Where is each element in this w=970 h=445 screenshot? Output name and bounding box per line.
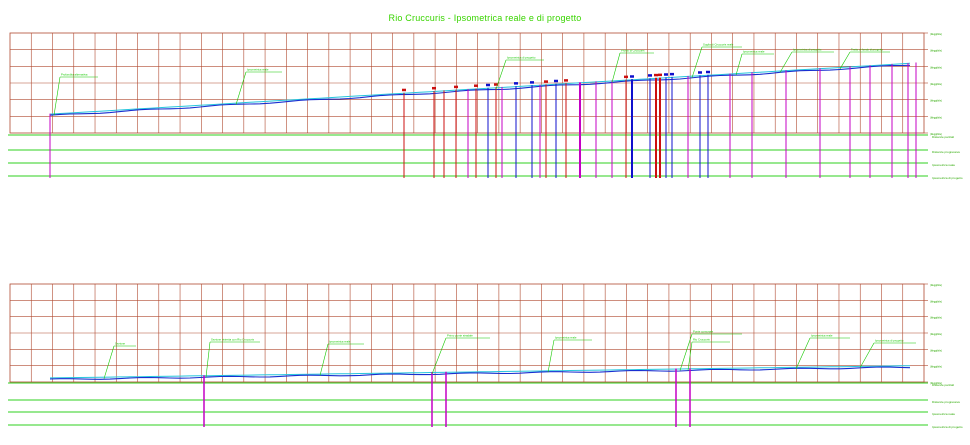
annotation-label: Profondita alternativa (61, 73, 88, 77)
terrain-profile-line (49, 64, 911, 116)
station-marker (654, 73, 658, 77)
axis-tick-label: (illeggibile) (930, 317, 942, 320)
annotation-leader (611, 52, 621, 83)
station-marker (564, 79, 568, 82)
annotation-label: Ipsometrica reale (247, 68, 269, 72)
stations (203, 368, 691, 427)
row-label: Distanze progressive (932, 400, 960, 404)
grid: (illeggibile) (illeggibile) (illeggibile) (… (9, 283, 942, 385)
station-marker (432, 86, 436, 90)
annotation-label: Ipsometrica di progetto (875, 339, 904, 343)
station-marker (554, 79, 558, 83)
annotation-label: Rio Cruccuris (693, 338, 710, 342)
annotation-leader (495, 59, 507, 90)
station-marker (486, 83, 490, 87)
annotation-label: Sezione ristretta con Rio Cruccuris (211, 338, 255, 342)
station-marker (544, 80, 548, 83)
station-marker (648, 74, 652, 77)
axis-tick-label: (illeggibile) (930, 366, 942, 369)
annotation-label: Primo ponte stradale (447, 334, 473, 338)
annotation-label: Profilo di Cruccuris (621, 49, 645, 53)
station-marker (624, 75, 628, 79)
station-marker (402, 88, 406, 92)
annotation-label: Tratto di fondo di progetto (851, 48, 883, 52)
axis-tick-label: (illeggibile) (930, 349, 942, 352)
data-rows: Distanze parziali Distanze progressive Ips… (8, 382, 963, 429)
axis-tick-label: (illeggibile) (930, 116, 942, 119)
station-marker (514, 82, 518, 85)
axis-tick-label: (illeggibile) (930, 284, 942, 287)
axis-tick-label: (illeggibile) (930, 66, 942, 69)
top-profile-panel: (illeggibile) (illeggibile) (illeggibile) (… (8, 32, 963, 180)
row-label: Ipsometrica reale (932, 412, 955, 416)
row-label: Ipsometrica di progetto (932, 176, 963, 180)
annotation-label: Ipsometrica reale (811, 334, 833, 338)
axis-tick-label: (illeggibile) (930, 100, 942, 103)
row-label: Distanze parziali (932, 135, 954, 139)
annotation-label: Soglia di Cruccuris reale (703, 43, 734, 47)
annotation-leader (859, 342, 875, 369)
axis-tick-label: (illeggibile) (930, 33, 942, 36)
bottom-profile-panel: (illeggibile) (illeggibile) (illeggibile) (… (8, 283, 963, 429)
station-marker (530, 81, 534, 84)
terrain-profile-line (49, 366, 911, 380)
annotation-leader (735, 53, 743, 76)
annotation-leader (205, 341, 211, 378)
station-marker (658, 73, 662, 77)
station-marker (454, 85, 458, 89)
row-label: Distanze progressive (932, 150, 960, 154)
station-marker (670, 72, 674, 76)
row-label: Ipsometrica reale (932, 163, 955, 167)
row-label: Ipsometrica di progetto (932, 425, 963, 429)
station-marker (630, 75, 634, 78)
profile-drawing: (illeggibile) (illeggibile) (illeggibile) (… (8, 32, 963, 429)
annotation-leader (431, 337, 447, 375)
annotation-leader (779, 51, 793, 73)
station-marker (706, 70, 710, 74)
profile-lines (49, 365, 911, 380)
axis-tick-label: (illeggibile) (930, 300, 942, 303)
station-marker (664, 73, 668, 76)
annotation-leader (319, 343, 329, 376)
station-marker (698, 71, 702, 74)
annotation-leader (547, 339, 555, 373)
annotation-label: Ipsometrica reale (329, 340, 351, 344)
annotation-label: Ipsometrica di progetto (793, 48, 822, 52)
annotation-label: Ipsometrica di progetto (507, 56, 536, 60)
annotation-label: Ipsometrica reale (743, 50, 765, 54)
annotation-label: Ponte comunale (693, 330, 714, 334)
design-profile-line (49, 365, 911, 379)
annotation-leader (795, 337, 811, 369)
axis-tick-label: (illeggibile) (930, 333, 942, 336)
station-marker (474, 84, 478, 87)
annotation-leader (103, 345, 115, 379)
axis-tick-label: (illeggibile) (930, 83, 942, 86)
axis-tick-label: (illeggibile) (930, 50, 942, 53)
annotation-label: Sezione (115, 342, 126, 346)
annotations: Profondita alternativa Ipsometrica reale I… (53, 43, 890, 116)
annotation-label: Ipsometrica reale (555, 336, 577, 340)
row-label: Distanze parziali (932, 383, 954, 387)
